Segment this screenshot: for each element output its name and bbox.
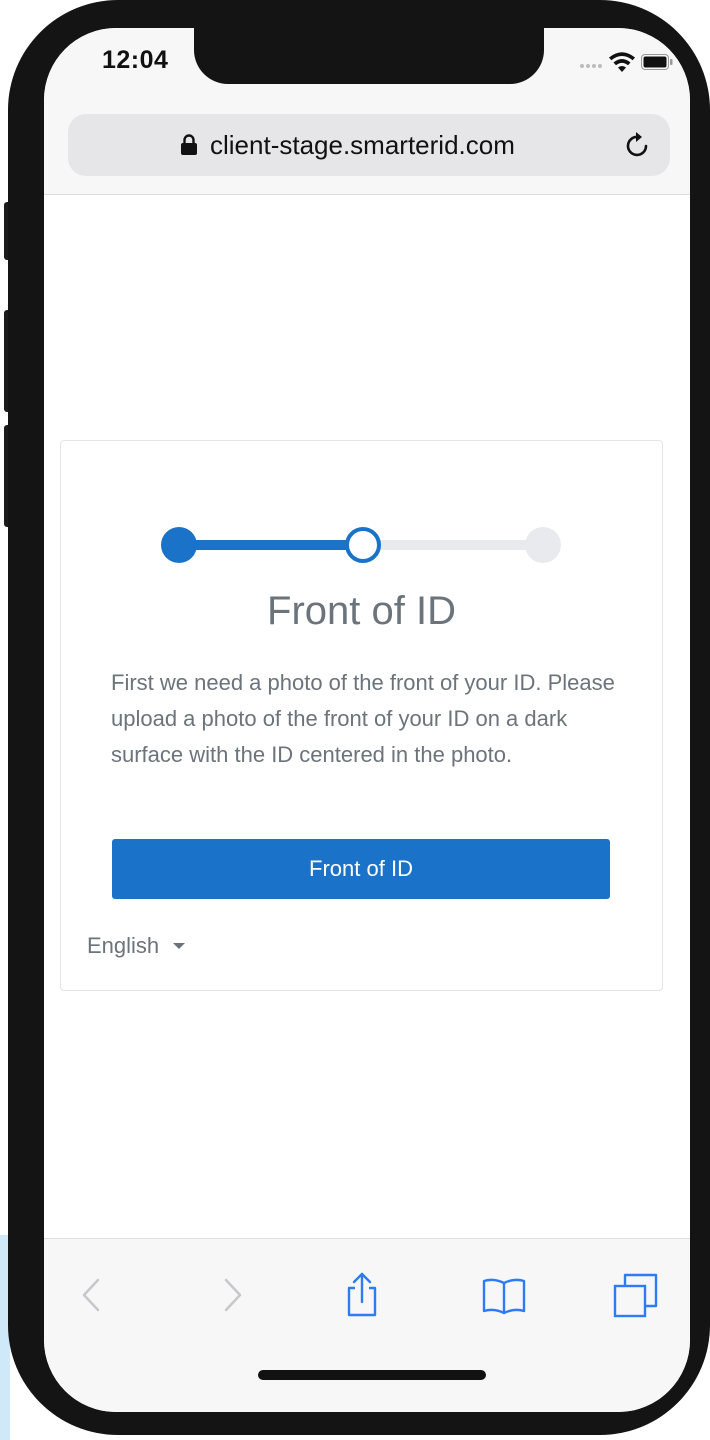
language-selector[interactable]: English — [87, 933, 186, 959]
caret-down-icon — [173, 943, 186, 949]
card-title: Front of ID — [267, 589, 456, 633]
screen: 12:04 client-stage.smarterid.com Front o… — [44, 28, 690, 1412]
phone-frame: 12:04 client-stage.smarterid.com Front o… — [8, 0, 710, 1435]
address-bar[interactable]: client-stage.smarterid.com — [68, 114, 670, 176]
forward-icon[interactable] — [208, 1271, 256, 1319]
step-3-pending — [525, 527, 561, 563]
wifi-icon — [609, 52, 635, 72]
id-upload-card: Front of ID First we need a photo of the… — [60, 440, 663, 991]
back-icon[interactable] — [68, 1271, 116, 1319]
browser-toolbar — [44, 1238, 690, 1412]
browser-top-chrome: 12:04 client-stage.smarterid.com — [44, 28, 690, 195]
notch — [194, 28, 544, 84]
stepper-track-fill — [179, 540, 363, 550]
share-icon[interactable] — [338, 1271, 386, 1319]
language-label: English — [87, 933, 160, 958]
home-indicator — [258, 1370, 486, 1380]
step-1-complete — [161, 527, 197, 563]
url-text: client-stage.smarterid.com — [210, 130, 515, 160]
card-description: First we need a photo of the front of yo… — [111, 670, 615, 767]
bookmarks-icon[interactable] — [480, 1271, 528, 1319]
lock-icon — [181, 134, 197, 155]
step-2-current — [345, 527, 381, 563]
battery-icon — [641, 54, 673, 70]
reload-icon[interactable] — [624, 130, 652, 160]
signal-icon — [580, 64, 602, 68]
status-time: 12:04 — [102, 46, 169, 74]
tabs-icon[interactable] — [612, 1271, 660, 1319]
progress-stepper — [161, 527, 561, 563]
front-of-id-button[interactable]: Front of ID — [112, 839, 610, 899]
